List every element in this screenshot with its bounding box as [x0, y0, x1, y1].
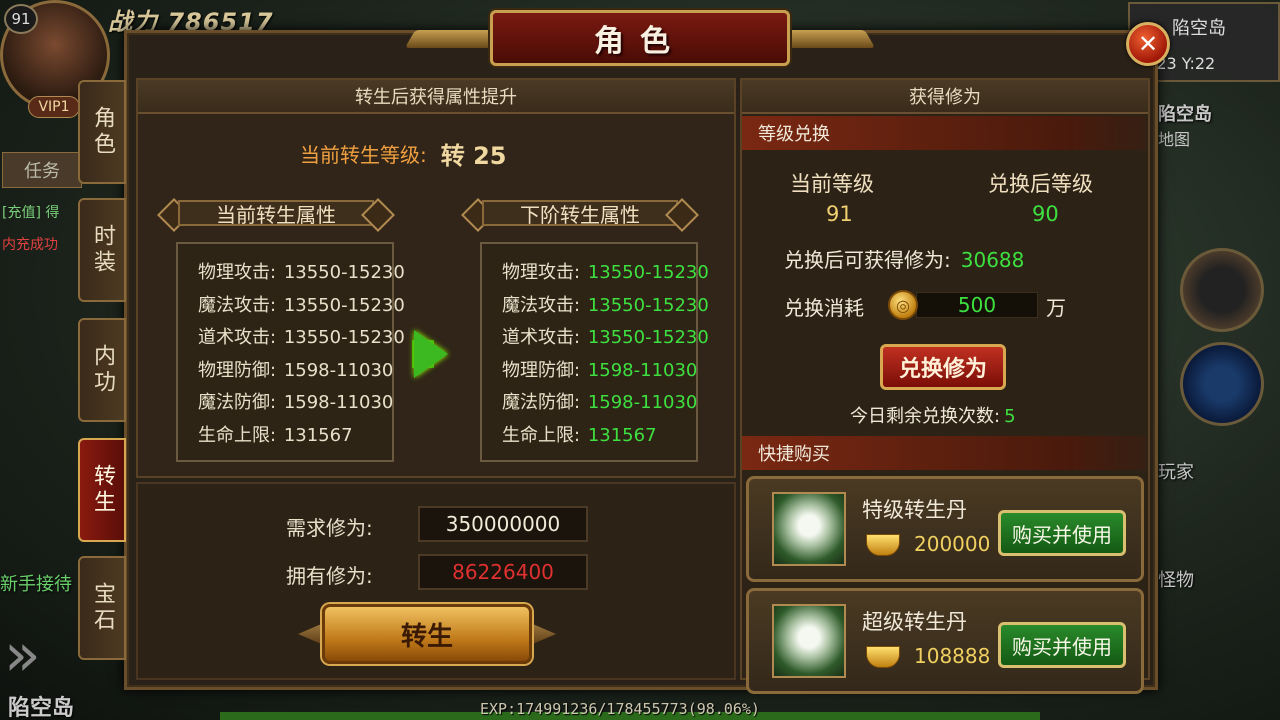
attr-row: 物理防御: 1598-11030 [198, 359, 394, 381]
gold-coin-icon: ◎ [888, 290, 918, 320]
next-attr-list: 物理攻击: 13550-15230 魔法攻击: 13550-15230 道术攻击… [480, 242, 709, 462]
attr-row: 物理攻击: 13550-15230 [502, 262, 709, 283]
attr-row: 道术攻击: 13550-15230 [198, 327, 405, 348]
shop-item-price: 200000 [914, 532, 991, 556]
gold-ingot-icon [866, 534, 900, 556]
attr-row: 生命上限: 131567 [198, 424, 353, 446]
required-cultivation-label: 需求修为: [286, 516, 373, 540]
chat-line: 内充成功 [2, 237, 58, 253]
map-name-bottom: 陷空岛 [8, 696, 75, 720]
current-level-label: 当前等级 [790, 172, 874, 196]
required-cultivation-value: 350000000 [418, 506, 588, 542]
player-level-badge: 91 [4, 4, 38, 34]
gain-cultivation-value: 30688 [960, 248, 1025, 272]
window-title: 角色 [594, 24, 686, 59]
window-title-banner: 角色 [490, 10, 790, 66]
tab-character[interactable]: 角色 [78, 80, 126, 184]
exchange-cost-value: 500 [916, 292, 1038, 318]
level-exchange-section: 等级兑换 [742, 116, 1146, 150]
buy-and-use-button[interactable]: 购买并使用 [998, 622, 1126, 668]
shop-item-name: 超级转生丹 [862, 610, 967, 634]
close-button[interactable]: ✕ [1126, 22, 1170, 66]
current-rebirth-level: 当前转生等级: 转 25 [300, 136, 507, 171]
remaining-exchanges-label: 今日剩余兑换次数: [850, 406, 1001, 427]
close-icon: ✕ [1137, 30, 1159, 58]
upgrade-arrow-icon [414, 330, 448, 378]
remaining-exchanges: 今日剩余兑换次数: 5 [850, 402, 1016, 428]
rebirth-button[interactable]: 转生 [322, 604, 532, 664]
quick-buy-section: 快捷购买 [742, 436, 1146, 470]
monster-list-button[interactable]: 怪物 [1158, 566, 1194, 592]
tab-gems[interactable]: 宝石 [78, 556, 126, 660]
current-attr-list: 物理攻击: 13550-15230 魔法攻击: 13550-15230 道术攻击… [176, 242, 405, 462]
shop-item-name: 特级转生丹 [862, 498, 967, 522]
vip-badge[interactable]: VIP1 [28, 96, 80, 118]
current-rebirth-level-value: 转 25 [440, 142, 507, 170]
lotus-pill-icon[interactable] [772, 604, 846, 678]
after-level-label: 兑换后等级 [988, 172, 1093, 196]
exp-text: EXP:174991236/178455773(98.06%) [480, 700, 760, 718]
exchange-cost-unit: 万 [1046, 296, 1066, 320]
next-attr-title: 下阶转生属性 [460, 196, 700, 230]
attr-row: 道术攻击: 13550-15230 [502, 327, 709, 348]
big-map-link[interactable]: 地图 [1158, 126, 1190, 150]
minimap-name: 陷空岛 [1172, 18, 1226, 39]
attr-row: 魔法防御: 1598-11030 [502, 392, 698, 413]
lotus-pill-icon[interactable] [772, 492, 846, 566]
attr-row: 生命上限: 131567 [502, 424, 657, 446]
exchange-cost-label: 兑换消耗 [784, 296, 864, 320]
owned-cultivation-label: 拥有修为: [286, 564, 373, 588]
attr-row: 物理防御: 1598-11030 [502, 359, 698, 381]
current-attr-title: 当前转生属性 [156, 196, 396, 230]
newbie-guide-label[interactable]: 新手接待 [0, 570, 72, 596]
gold-ingot-icon [866, 646, 900, 668]
owned-cultivation-value: 86226400 [418, 554, 588, 590]
remaining-exchanges-value: 5 [1004, 406, 1016, 427]
skill-orb[interactable] [1180, 248, 1264, 332]
attr-row: 物理攻击: 13550-15230 [198, 262, 405, 283]
tab-inner-power[interactable]: 内功 [78, 318, 126, 422]
cultivation-panel-header: 获得修为 [742, 80, 1148, 114]
map-name-right: 陷空岛 [1158, 104, 1212, 125]
tab-fashion[interactable]: 时装 [78, 198, 126, 302]
gain-cultivation: 兑换后可获得修为: 30688 [784, 244, 1024, 273]
exchange-cultivation-button[interactable]: 兑换修为 [880, 344, 1006, 390]
task-tab[interactable]: 任务 [2, 152, 82, 188]
attr-row: 魔法防御: 1598-11030 [198, 392, 394, 413]
current-level-value: 91 [826, 202, 853, 226]
current-rebirth-level-label: 当前转生等级: [300, 143, 427, 167]
after-level-value: 90 [1032, 202, 1059, 226]
chat-line: [充值] 得 [2, 205, 60, 221]
player-list-button[interactable]: 玩家 [1158, 458, 1194, 484]
buy-and-use-button[interactable]: 购买并使用 [998, 510, 1126, 556]
skill-orb-blue[interactable] [1180, 342, 1264, 426]
attr-row: 魔法攻击: 13550-15230 [198, 294, 405, 316]
attr-row: 魔法攻击: 13550-15230 [502, 294, 709, 316]
gain-cultivation-label: 兑换后可获得修为: [784, 248, 951, 272]
expand-arrow-icon[interactable]: » [4, 620, 48, 690]
shop-item-price: 108888 [914, 644, 991, 668]
tab-rebirth[interactable]: 转生 [78, 438, 126, 542]
rebirth-panel-header: 转生后获得属性提升 [138, 80, 734, 114]
